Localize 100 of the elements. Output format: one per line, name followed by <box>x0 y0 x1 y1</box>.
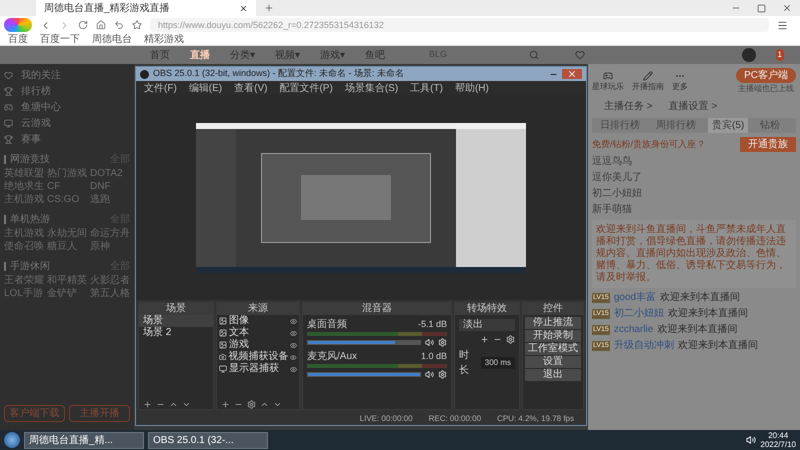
category-link[interactable]: 主机游戏 <box>4 193 44 206</box>
address-bar[interactable]: https://www.douyu.com/562262_r=0.2723553154316132 <box>150 18 769 32</box>
control-button[interactable]: 设置 <box>525 356 581 368</box>
rank-tab[interactable]: 贵宾(5) <box>708 118 748 133</box>
category-link[interactable]: 王者荣耀 <box>4 274 44 287</box>
sidebar-link[interactable]: 我的关注 <box>21 68 61 82</box>
speaker-icon[interactable] <box>425 338 434 347</box>
duration-field[interactable]: 300 ms <box>480 357 515 369</box>
eye-icon[interactable] <box>290 330 297 336</box>
taskbar-item[interactable]: OBS 25.0.1 (32-... <box>148 432 268 448</box>
add-icon[interactable] <box>480 335 489 344</box>
category-link[interactable]: 金铲铲 <box>47 287 87 300</box>
bookmark-link[interactable]: 百度 <box>8 34 28 46</box>
tool-label[interactable]: 更多 <box>672 80 688 92</box>
rank-tab[interactable]: 周排行榜 <box>652 118 700 133</box>
nav-link[interactable]: 直播 <box>190 48 210 62</box>
tool-label[interactable]: 开播指南 <box>632 80 664 92</box>
control-button[interactable]: 开始录制 <box>525 330 581 342</box>
source-item[interactable]: 文本 <box>229 327 288 339</box>
menu-item[interactable]: 工具(T) <box>410 80 443 96</box>
category-link[interactable]: 使命召唤 <box>4 240 44 253</box>
sidebar-button[interactable]: 主播开播 <box>69 405 130 422</box>
bookmark-link[interactable]: 精彩游戏 <box>144 34 184 46</box>
tool-icon[interactable] <box>603 70 613 80</box>
open-noble-button[interactable]: 开通贵族 <box>740 137 796 152</box>
taskbar-item[interactable]: 周德电台直播_精... <box>24 432 144 448</box>
eye-icon[interactable] <box>290 354 297 360</box>
up-icon[interactable] <box>169 400 178 409</box>
category-link[interactable]: DNF <box>90 180 130 193</box>
transition-select[interactable]: 淡出 <box>459 319 515 331</box>
sidebar-link[interactable]: 赛事 <box>21 132 41 146</box>
category-link[interactable]: 第五人格 <box>90 287 130 300</box>
home-icon[interactable] <box>96 20 106 30</box>
category-link[interactable]: CF <box>47 180 87 193</box>
category-link[interactable]: 热门游戏 <box>47 167 87 180</box>
panel-link[interactable]: 主播任务 > <box>604 99 653 114</box>
down-icon[interactable] <box>273 400 282 409</box>
up-icon[interactable] <box>260 400 269 409</box>
source-item[interactable]: 图像 <box>229 315 288 327</box>
category-link[interactable]: 火影忍者 <box>90 274 130 287</box>
nav-link[interactable]: 分类▾ <box>230 48 255 62</box>
source-item[interactable]: 显示器捕获 <box>229 363 288 375</box>
sidebar-button[interactable]: 客户端下载 <box>4 405 65 422</box>
nav-link[interactable]: 游戏▾ <box>320 48 345 62</box>
tool-label[interactable]: 星球玩乐 <box>592 80 624 92</box>
menu-item[interactable]: 文件(F) <box>144 80 177 96</box>
star-icon[interactable] <box>132 20 142 30</box>
sidebar-link[interactable]: 鱼塘中心 <box>21 100 61 114</box>
category-link[interactable]: 原神 <box>90 240 130 253</box>
control-button[interactable]: 工作室模式 <box>525 343 581 355</box>
add-icon[interactable] <box>221 400 230 409</box>
menu-item[interactable]: 查看(V) <box>234 80 268 96</box>
category-link[interactable]: 绝地求生 <box>4 180 44 193</box>
category-link[interactable]: 逃跑 <box>90 193 130 206</box>
eye-icon[interactable] <box>290 318 297 324</box>
source-item[interactable]: 游戏 <box>229 339 288 351</box>
category-link[interactable]: 和平精英 <box>47 274 87 287</box>
browser-tab[interactable]: 周德电台直播_精彩游戏直播 <box>36 0 256 16</box>
category-link[interactable]: 糖豆人 <box>47 240 87 253</box>
add-icon[interactable] <box>143 400 152 409</box>
category-link[interactable]: LOL手游 <box>4 287 44 300</box>
control-button[interactable]: 退出 <box>525 369 581 381</box>
rank-tab[interactable]: 钻粉 <box>756 118 784 133</box>
menu-item[interactable]: 配置文件(P) <box>279 80 333 96</box>
heart-icon[interactable] <box>575 50 585 60</box>
search-icon[interactable] <box>529 50 539 60</box>
undo-icon[interactable] <box>114 20 124 30</box>
maximize-icon[interactable] <box>757 4 766 12</box>
eye-icon[interactable] <box>290 342 297 348</box>
down-icon[interactable] <box>182 400 191 409</box>
category-link[interactable]: 主机游戏 <box>4 227 44 240</box>
bookmark-link[interactable]: 周德电台 <box>92 34 132 46</box>
nav-link[interactable]: 视频▾ <box>275 48 300 62</box>
speaker-icon[interactable] <box>425 370 434 379</box>
scene-item[interactable]: 场景 2 <box>139 327 213 339</box>
menu-icon[interactable] <box>777 20 788 30</box>
menu-item[interactable]: 场景集合(S) <box>344 80 398 96</box>
sidebar-link[interactable]: 排行榜 <box>21 84 51 98</box>
category-link[interactable]: 英雄联盟 <box>4 167 44 180</box>
reload-icon[interactable] <box>78 20 88 30</box>
sidebar-link[interactable]: 云游戏 <box>21 116 51 130</box>
category-link[interactable]: 命运方舟 <box>90 227 130 240</box>
menu-item[interactable]: 帮助(H) <box>454 80 489 96</box>
close-icon[interactable] <box>239 4 248 12</box>
start-button[interactable] <box>4 432 20 448</box>
category-link[interactable]: 永劫无间 <box>47 227 87 240</box>
panel-link[interactable]: 直播设置 > <box>668 99 718 114</box>
volume-track[interactable] <box>307 340 421 345</box>
eye-icon[interactable] <box>290 366 297 372</box>
pc-client-button[interactable]: PC客户端 <box>736 68 796 83</box>
close-icon[interactable] <box>782 3 792 13</box>
bookmark-link[interactable]: 百度一下 <box>40 34 80 46</box>
avatar[interactable] <box>742 48 756 62</box>
volume-icon[interactable] <box>746 435 756 445</box>
nav-link[interactable]: 鱼吧 <box>365 48 385 62</box>
scene-item[interactable]: 场景 <box>139 315 213 327</box>
category-link[interactable]: DOTA2 <box>90 167 130 180</box>
settings-icon[interactable] <box>506 335 515 344</box>
settings-icon[interactable] <box>247 400 256 409</box>
source-item[interactable]: 视频捕获设备 <box>228 351 288 363</box>
